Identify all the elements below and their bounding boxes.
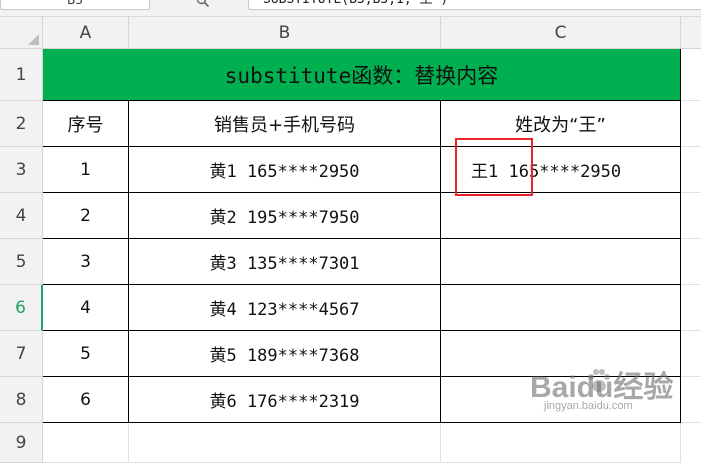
- name-box[interactable]: B3: [0, 0, 150, 10]
- cell-b5[interactable]: 黄3 135****7301: [129, 239, 441, 285]
- cell-b6[interactable]: 黄4 123****4567: [129, 285, 441, 331]
- column-header-b[interactable]: B: [129, 17, 441, 49]
- cell-b7[interactable]: 黄5 189****7368: [129, 331, 441, 377]
- cell-d2[interactable]: [681, 101, 701, 147]
- row-header-5[interactable]: 5: [0, 239, 43, 285]
- formula-input[interactable]: SUBSTITUTE(B3,B3,1,"王"): [248, 0, 701, 10]
- cell-d5[interactable]: [681, 239, 701, 285]
- title-cell[interactable]: substitute函数：替换内容: [43, 49, 681, 101]
- cell-a5[interactable]: 3: [43, 239, 129, 285]
- cell-a4[interactable]: 2: [43, 193, 129, 239]
- cell-a8[interactable]: 6: [43, 377, 129, 423]
- cell-c4[interactable]: [441, 193, 681, 239]
- cell-d3[interactable]: [681, 147, 701, 193]
- cell-d1[interactable]: [681, 49, 701, 101]
- cell-a6[interactable]: 4: [43, 285, 129, 331]
- select-all-icon: [28, 34, 39, 45]
- cell-a9[interactable]: [43, 423, 129, 463]
- column-header-a[interactable]: A: [43, 17, 129, 49]
- cell-a7[interactable]: 5: [43, 331, 129, 377]
- cell-d6[interactable]: [681, 285, 701, 331]
- watermark: Baidu经验 jingyan.baidu.com: [530, 362, 700, 422]
- header-salesperson-phone[interactable]: 销售员+手机号码: [129, 101, 441, 147]
- row-header-2[interactable]: 2: [0, 101, 43, 147]
- cell-c9[interactable]: [441, 423, 681, 463]
- cell-c5[interactable]: [441, 239, 681, 285]
- column-header-d[interactable]: [681, 17, 701, 49]
- cell-d4[interactable]: [681, 193, 701, 239]
- cell-c6[interactable]: [441, 285, 681, 331]
- header-seq[interactable]: 序号: [43, 101, 129, 147]
- baidu-paw-icon: [588, 369, 610, 392]
- cell-b8[interactable]: 黄6 176****2319: [129, 377, 441, 423]
- zoom-icon[interactable]: [196, 0, 210, 8]
- select-all-corner[interactable]: [0, 17, 43, 49]
- watermark-url: jingyan.baidu.com: [544, 400, 633, 412]
- row-header-7[interactable]: 7: [0, 331, 43, 377]
- cell-b4[interactable]: 黄2 195****7950: [129, 193, 441, 239]
- cell-a3[interactable]: 1: [43, 147, 129, 193]
- header-result[interactable]: 姓改为“王”: [441, 101, 681, 147]
- row-header-9[interactable]: 9: [0, 423, 43, 463]
- row-header-1[interactable]: 1: [0, 49, 43, 101]
- row-header-8[interactable]: 8: [0, 377, 43, 423]
- column-header-c[interactable]: C: [441, 17, 681, 49]
- cell-c3[interactable]: 王1 165****2950: [441, 147, 681, 193]
- row-header-6[interactable]: 6: [0, 285, 43, 331]
- cell-b9[interactable]: [129, 423, 441, 463]
- formula-toolbar: B3 SUBSTITUTE(B3,B3,1,"王"): [0, 0, 701, 17]
- row-header-4[interactable]: 4: [0, 193, 43, 239]
- cell-b3[interactable]: 黄1 165****2950: [129, 147, 441, 193]
- row-header-3[interactable]: 3: [0, 147, 43, 193]
